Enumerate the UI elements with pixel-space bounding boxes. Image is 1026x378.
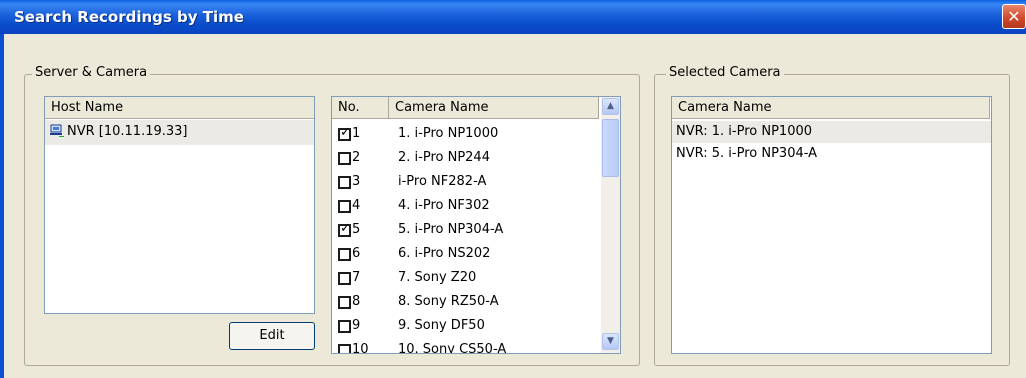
camera-name: 10. Sony CS50-A [398,342,507,354]
camera-name: 7. Sony Z20 [398,270,477,285]
host-name-column-header[interactable]: Host Name [45,97,314,119]
camera-list-scrollbar[interactable]: ▲ ▼ [601,97,620,353]
no-column-header[interactable]: No. [332,97,389,119]
scroll-down-button[interactable]: ▼ [602,333,619,350]
camera-checkbox[interactable] [338,272,351,285]
camera-number: 2 [352,150,361,165]
camera-number: 8 [352,294,361,309]
edit-button[interactable]: Edit [229,322,315,350]
camera-row[interactable]: 10 10. Sony CS50-A [332,339,600,354]
camera-name-column-header[interactable]: Camera Name [389,97,599,119]
camera-row[interactable]: 3 i-Pro NF282-A [332,171,600,195]
camera-row[interactable]: 9 9. Sony DF50 [332,315,600,339]
host-name-label: NVR [10.11.19.33] [67,124,188,139]
title-bar[interactable]: Search Recordings by Time ✕ [0,0,1026,34]
camera-number: 7 [352,270,361,285]
camera-row[interactable]: 8 8. Sony RZ50-A [332,291,600,315]
camera-row[interactable]: ✓ 1 1. i-Pro NP1000 [332,123,600,147]
camera-checkbox[interactable] [338,344,351,353]
camera-checkbox[interactable] [338,320,351,333]
selected-camera-label: NVR: 5. i-Pro NP304-A [676,146,818,161]
selected-camera-legend: Selected Camera [666,65,784,80]
window-title: Search Recordings by Time [14,8,244,26]
camera-number: 3 [352,174,361,189]
camera-name: 5. i-Pro NP304-A [398,222,504,237]
nvr-server-icon [49,123,65,143]
host-list[interactable]: Host Name NVR [10.11.19.33] [44,96,315,314]
camera-row[interactable]: 7 7. Sony Z20 [332,267,600,291]
camera-list[interactable]: No. Camera Name ✓ 1 1. i-Pro NP1000 2 2. i-P… [331,96,621,354]
camera-checkbox[interactable] [338,200,351,213]
camera-name: 1. i-Pro NP1000 [398,126,499,141]
camera-name: 4. i-Pro NF302 [398,198,490,213]
scrollbar-thumb[interactable] [602,119,619,177]
checkmark-icon: ✓ [340,221,351,236]
search-recordings-dialog: Search Recordings by Time ✕ Server & Cam… [0,0,1026,378]
camera-checkbox[interactable] [338,248,351,261]
camera-number: 6 [352,246,361,261]
scroll-up-button[interactable]: ▲ [602,98,619,115]
selected-camera-row[interactable]: NVR: 1. i-Pro NP1000 [672,121,991,143]
camera-checkbox[interactable]: ✓ [338,221,351,237]
window-frame [0,34,4,378]
camera-row[interactable]: 6 6. i-Pro NS202 [332,243,600,267]
selected-camera-label: NVR: 1. i-Pro NP1000 [676,124,813,139]
camera-row[interactable]: 4 4. i-Pro NF302 [332,195,600,219]
camera-checkbox[interactable] [338,176,351,189]
camera-name: 8. Sony RZ50-A [398,294,499,309]
checkmark-icon: ✓ [340,125,351,140]
camera-name: i-Pro NF282-A [398,174,487,189]
close-button[interactable]: ✕ [1002,4,1026,29]
camera-checkbox[interactable] [338,152,351,165]
camera-checkbox[interactable]: ✓ [338,125,351,141]
camera-number: 10 [352,342,369,354]
camera-row[interactable]: 2 2. i-Pro NP244 [332,147,600,171]
close-icon: ✕ [1007,7,1021,26]
camera-row[interactable]: ✓ 5 5. i-Pro NP304-A [332,219,600,243]
camera-number: 5 [352,222,361,237]
camera-name: 9. Sony DF50 [398,318,485,333]
server-camera-legend: Server & Camera [32,65,151,80]
camera-number: 1 [352,126,361,141]
camera-name: 2. i-Pro NP244 [398,150,490,165]
selected-camera-name-header[interactable]: Camera Name [672,97,990,119]
camera-number: 4 [352,198,361,213]
camera-number: 9 [352,318,361,333]
selected-camera-row[interactable]: NVR: 5. i-Pro NP304-A [672,143,991,165]
camera-name: 6. i-Pro NS202 [398,246,491,261]
selected-camera-list[interactable]: Camera Name NVR: 1. i-Pro NP1000 NVR: 5.… [671,96,992,354]
host-row[interactable]: NVR [10.11.19.33] [45,120,314,145]
camera-checkbox[interactable] [338,296,351,309]
